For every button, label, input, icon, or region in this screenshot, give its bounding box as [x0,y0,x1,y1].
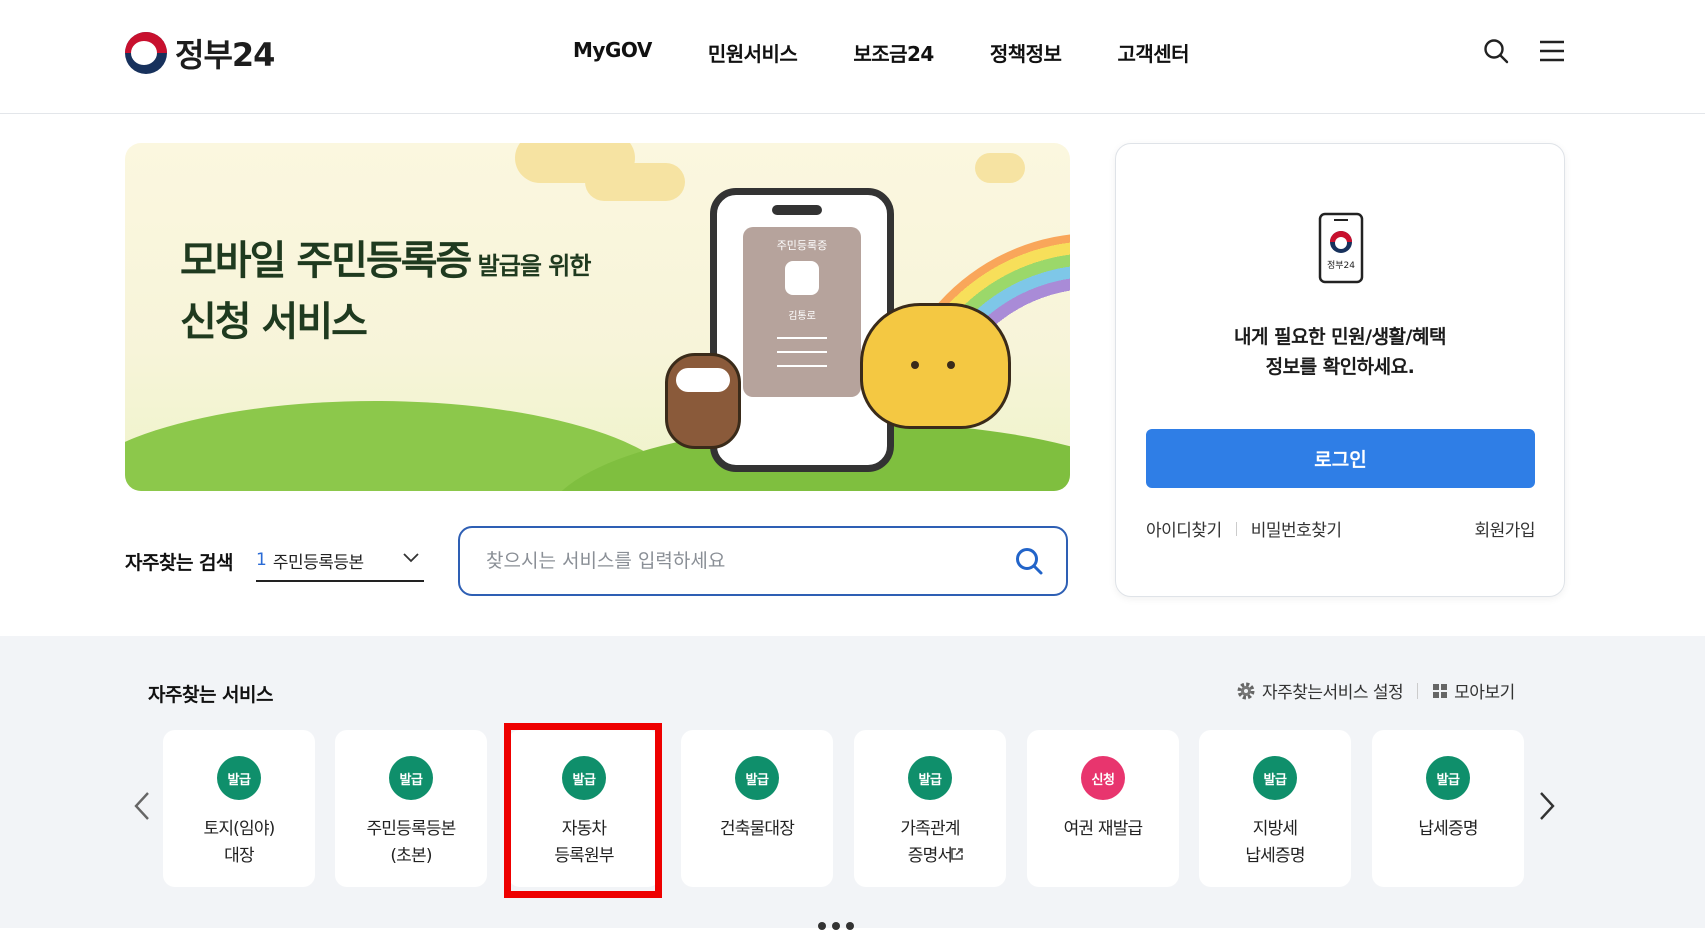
tools-divider [1417,682,1419,699]
service-label: 납세증명 [1418,819,1478,839]
login-button[interactable]: 로그인 [1146,429,1535,488]
service-card-family-certificate[interactable]: 발급 가족관계 증명서 [854,730,1006,887]
login-card: 정부24 내게 필요한 민원/생활/혜택 정보를 확인하세요. 로그인 아이디찾… [1115,143,1565,597]
chevron-down-icon [403,553,419,563]
frequent-search-rank: 1 [256,550,267,570]
find-id-link[interactable]: 아이디찾기 [1146,516,1222,541]
frequent-services-tools: 자주찾는서비스 설정 모아보기 [1236,678,1515,703]
nav-mygov[interactable]: MyGOV [573,38,652,67]
service-label: 지방세 납세증명 [1245,819,1305,866]
external-link-icon [951,848,963,860]
link-divider [1235,521,1237,536]
frequent-services-settings-link[interactable]: 자주찾는서비스 설정 [1262,678,1404,703]
service-badge: 발급 [389,756,433,800]
service-card-local-tax-certificate[interactable]: 발급 지방세 납세증명 [1199,730,1351,887]
header-tools [1483,38,1565,64]
frequent-search-value: 주민등록등본 [272,552,364,573]
login-message: 내게 필요한 민원/생활/혜택 정보를 확인하세요. [1116,322,1564,382]
login-message-line2: 정보를 확인하세요. [1265,356,1415,378]
login-links: 아이디찾기 비밀번호찾기 회원가입 [1146,516,1535,541]
carousel-next-icon[interactable] [1538,790,1556,822]
login-message-line1: 내게 필요한 민원/생활/혜택 [1234,326,1446,348]
service-badge: 발급 [908,756,952,800]
service-badge: 발급 [1426,756,1470,800]
menu-icon[interactable] [1539,39,1565,63]
promo-banner[interactable]: 모바일 주민등록증 발급을 위한 신청 서비스 주민등록증 김통로 [125,143,1070,491]
carousel-pagination [818,922,854,930]
nav-subsidy24[interactable]: 보조금24 [853,38,934,67]
nav-civil-service[interactable]: 민원서비스 [708,38,798,67]
search-icon[interactable] [1483,38,1509,64]
frequent-search-select[interactable]: 1 주민등록등본 [256,540,424,582]
id-card-title: 주민등록증 [776,239,828,252]
nav-policy-info[interactable]: 정책정보 [990,38,1062,67]
service-card-passport-reissue[interactable]: 신청 여권 재발급 [1027,730,1179,887]
main-nav: MyGOV 민원서비스 보조금24 정책정보 고객센터 [573,38,1190,67]
user-avatar-icon [785,261,819,295]
service-label: 주민등록등본 (초본) [366,819,456,866]
service-label: 건축물대장 [719,819,795,839]
search-input[interactable] [484,549,988,573]
taegeuk-logo-icon [125,32,167,74]
gear-icon [1237,682,1255,699]
grid-icon [1433,683,1448,698]
highlight-box [504,723,662,898]
banner-title-line2: 신청 서비스 [180,299,368,345]
service-badge: 발급 [217,756,261,800]
service-card-tax-certificate[interactable]: 발급 납세증명 [1372,730,1524,887]
banner-title-small: 발급을 위한 [470,252,592,280]
id-card-name: 김통로 [788,311,816,322]
pagination-dot[interactable] [846,922,854,930]
service-label: 여권 재발급 [1063,819,1144,839]
squirrel-mascot [860,303,1011,429]
service-card-resident-register[interactable]: 발급 주민등록등본 (초본) [335,730,487,887]
service-label: 토지(임야) 대장 [203,819,275,866]
view-all-link[interactable]: 모아보기 [1454,678,1515,703]
owl-mascot [665,353,741,449]
gov24-logo[interactable]: 정부24 [125,30,275,76]
service-badge: 발급 [735,756,779,800]
service-card-building-register[interactable]: 발급 건축물대장 [681,730,833,887]
search-box [458,526,1068,596]
pagination-dot[interactable] [818,922,826,930]
service-label: 가족관계 증명서 [900,819,960,866]
banner-title-main: 모바일 주민등록증 [180,238,472,284]
nav-customer-center[interactable]: 고객센터 [1117,38,1189,67]
service-badge: 신청 [1081,756,1125,800]
pagination-dot[interactable] [832,922,840,930]
banner-title: 모바일 주민등록증 발급을 위한 신청 서비스 [180,233,592,350]
frequent-search-label: 자주찾는 검색 [125,552,234,574]
id-card-illustration: 주민등록증 김통로 [743,227,861,397]
frequent-services-title: 자주찾는 서비스 [148,684,273,706]
service-card-land-register[interactable]: 발급 토지(임야) 대장 [163,730,315,887]
service-badge: 발급 [1253,756,1297,800]
signup-link[interactable]: 회원가입 [1474,516,1535,541]
mobile-gov24-icon: 정부24 [1318,212,1364,284]
carousel-prev-icon[interactable] [133,790,151,822]
mobile-icon-caption: 정부24 [1327,260,1355,271]
search-button-icon[interactable] [1014,546,1044,576]
logo-text: 정부24 [175,36,275,74]
find-password-link[interactable]: 비밀번호찾기 [1251,516,1342,541]
